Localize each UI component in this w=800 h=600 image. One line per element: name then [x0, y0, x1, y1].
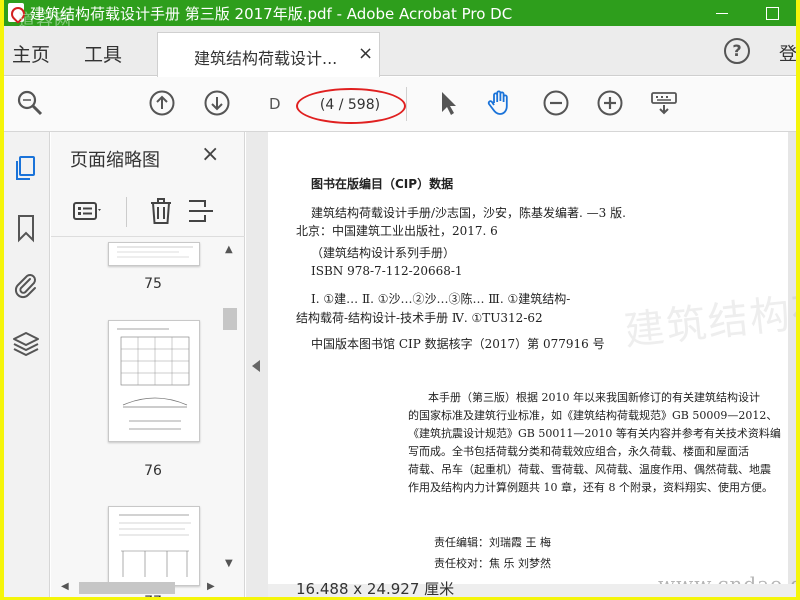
title-bar: 道容网 建筑结构荷载设计手册 第三版 2017年版.pdf - Adobe Ac… — [4, 0, 796, 31]
insert-pages-icon[interactable] — [185, 195, 217, 227]
cip-heading: 图书在版编目（CIP）数据 — [311, 177, 454, 191]
page-size-readout: 16.488 x 24.927 厘米 — [296, 580, 455, 597]
vertical-scroll-thumb[interactable] — [223, 308, 237, 330]
scroll-right-icon[interactable]: ▶ — [207, 581, 215, 592]
status-bar: 16.488 x 24.927 厘米 — [268, 580, 796, 597]
thumbnail-page-number: 76 — [144, 463, 162, 479]
document-tab-label: 建筑结构荷载设计... — [194, 49, 338, 68]
page-up-icon[interactable] — [148, 89, 176, 117]
panel-title: 页面缩略图 — [70, 150, 160, 171]
zoom-out-icon[interactable] — [542, 89, 570, 117]
thumbnail-vertical-scrollbar[interactable]: ▲ ▼ — [221, 240, 239, 570]
horizontal-scroll-thumb[interactable] — [79, 582, 175, 594]
collapse-panel-icon[interactable] — [252, 360, 260, 372]
summary-line: 《建筑抗震设计规范》GB 50011—2010 等有关内容并参考有关技术资料编 — [408, 427, 781, 440]
cip-line: Ⅰ. ①建… Ⅱ. ①沙…②沙…③陈… Ⅲ. ①建筑结构- — [311, 292, 571, 306]
responsible-proofreader: 责任校对：焦 乐 刘梦然 — [434, 557, 551, 570]
cip-line: （建筑结构设计系列手册） — [311, 246, 456, 260]
ghost-title-text: 建筑结构荷载设计手册 — [622, 265, 796, 355]
summary-line: 荷载、吊车（起重机）荷载、雪荷载、风荷载、温度作用、偶然荷载、地震 — [408, 463, 771, 476]
zoom-search-icon[interactable] — [16, 89, 44, 117]
keyboard-tool-icon[interactable] — [650, 89, 678, 117]
cip-line: 结构载荷-结构设计-技术手册 Ⅳ. ①TU312-62 — [296, 311, 543, 325]
document-tab[interactable]: 建筑结构荷载设计... × — [157, 32, 380, 77]
cip-line: 中国版本图书馆 CIP 数据核字（2017）第 077916 号 — [311, 337, 605, 351]
trash-icon[interactable] — [145, 195, 177, 227]
menu-tools[interactable]: 工具 — [84, 40, 122, 67]
select-arrow-icon[interactable] — [434, 89, 462, 117]
summary-line: 的国家标准及建筑行业标准，如《建筑结构荷载规范》GB 50009—2012、 — [408, 409, 778, 422]
menu-home[interactable]: 主页 — [12, 40, 50, 67]
page-count: (4 / 598) — [296, 88, 406, 124]
window-title: 建筑结构荷载设计手册 第三版 2017年版.pdf - Adobe Acroba… — [30, 5, 513, 23]
responsible-editor: 责任编辑：刘瑞霞 王 梅 — [434, 536, 551, 549]
maximize-button[interactable] — [752, 0, 792, 26]
page-number-input[interactable]: D — [269, 95, 281, 113]
toolbar-divider — [406, 87, 407, 121]
thumbnail-horizontal-scrollbar[interactable]: ◀ ▶ — [51, 578, 245, 596]
thumbnail-options-icon[interactable] — [71, 195, 103, 227]
menu-bar: 主页 工具 建筑结构荷载设计... × ? 登 — [4, 26, 796, 77]
help-icon[interactable]: ? — [724, 38, 750, 64]
page-down-icon[interactable] — [203, 89, 231, 117]
scroll-down-icon[interactable]: ▼ — [225, 558, 233, 569]
thumbnail-page-76[interactable] — [108, 320, 200, 442]
pages-icon[interactable] — [10, 152, 42, 184]
acrobat-window: 道容网 建筑结构荷载设计手册 第三版 2017年版.pdf - Adobe Ac… — [4, 0, 796, 597]
panel-toolbar — [51, 187, 245, 237]
attachment-icon[interactable] — [10, 270, 42, 302]
thumbnail-page-75[interactable] — [108, 242, 200, 266]
panel-splitter[interactable] — [246, 132, 268, 597]
minimize-button[interactable] — [702, 0, 742, 26]
scroll-up-icon[interactable]: ▲ — [225, 244, 233, 255]
document-view[interactable]: 建筑结构荷载设计手册 图书在版编目（CIP）数据 建筑结构荷载设计手册/沙志国，… — [268, 132, 796, 597]
panel-toolbar-divider — [126, 197, 127, 227]
document-page: 建筑结构荷载设计手册 图书在版编目（CIP）数据 建筑结构荷载设计手册/沙志国，… — [268, 132, 796, 596]
thumbnail-panel: 页面缩略图 × 75 76 ▲ ▼ ◀ ▶ — [51, 132, 245, 597]
cip-line: 北京：中国建筑工业出版社，2017. 6 — [296, 224, 498, 238]
login-button[interactable]: 登 — [779, 40, 796, 66]
zoom-in-icon[interactable] — [596, 89, 624, 117]
summary-line: 作用及结构内力计算例题共 10 章，还有 8 个附录，资料翔实、使用方便。 — [408, 481, 773, 494]
thumbnail-page-77[interactable] — [108, 506, 200, 586]
bookmark-icon[interactable] — [10, 212, 42, 244]
close-panel-icon[interactable]: × — [201, 142, 219, 167]
scroll-left-icon[interactable]: ◀ — [61, 581, 69, 592]
hand-tool-icon[interactable] — [486, 89, 514, 117]
close-tab-icon[interactable]: × — [358, 43, 373, 64]
summary-line: 写而成。全书包括荷载分类和荷载效应组合，永久荷载、楼面和屋面活 — [408, 445, 749, 458]
cip-line: ISBN 978-7-112-20668-1 — [311, 264, 463, 278]
thumbnail-page-number: 75 — [144, 276, 162, 292]
summary-line: 本手册（第三版）根据 2010 年以来我国新修订的有关建筑结构设计 — [428, 391, 760, 404]
layers-icon[interactable] — [10, 328, 42, 360]
cip-line: 建筑结构荷载设计手册/沙志国，沙安，陈基发编著. —3 版. — [311, 206, 626, 220]
navigation-strip — [4, 132, 50, 597]
main-toolbar: D (4 / 598) — [4, 77, 796, 132]
